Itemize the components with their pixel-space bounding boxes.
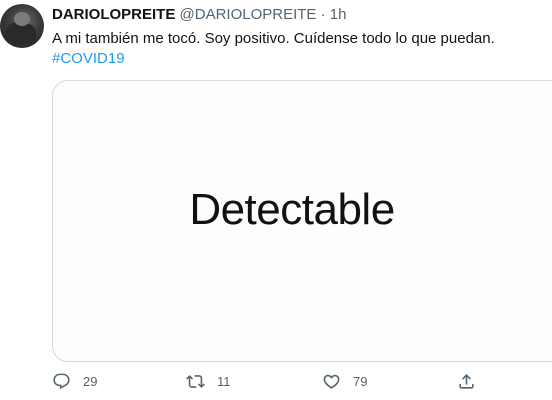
reply-count: 29 [83, 374, 98, 389]
reply-icon [53, 373, 70, 390]
retweet-icon [186, 375, 205, 388]
action-bar: 29 11 79 [52, 372, 552, 396]
share-icon [459, 374, 474, 389]
timestamp[interactable]: 1h [330, 6, 347, 23]
user-handle[interactable]: @DARIOLOPREITE [180, 6, 317, 23]
reply-button[interactable]: 29 [52, 372, 97, 391]
like-button[interactable]: 79 [322, 372, 367, 391]
avatar-head [14, 12, 30, 26]
tweet-header: DARIOLOPREITE @DARIOLOPREITE · 1h [52, 6, 346, 23]
image-text: Detectable [189, 185, 395, 234]
tweet-image[interactable]: Detectable [52, 80, 552, 362]
like-count: 79 [353, 374, 368, 389]
hashtag-link[interactable]: #COVID19 [52, 49, 495, 69]
tweet-text: A mi también me tocó. Soy positivo. Cuíd… [52, 29, 495, 69]
share-button[interactable] [457, 372, 476, 391]
retweet-button[interactable]: 11 [186, 372, 231, 391]
tweet-body: A mi también me tocó. Soy positivo. Cuíd… [52, 30, 495, 47]
tweet[interactable]: DARIOLOPREITE @DARIOLOPREITE · 1h A mi t… [0, 0, 552, 400]
avatar[interactable] [0, 4, 44, 48]
display-name[interactable]: DARIOLOPREITE [52, 6, 175, 23]
separator: · [320, 6, 326, 23]
retweet-count: 11 [217, 374, 231, 389]
heart-icon [323, 374, 340, 389]
